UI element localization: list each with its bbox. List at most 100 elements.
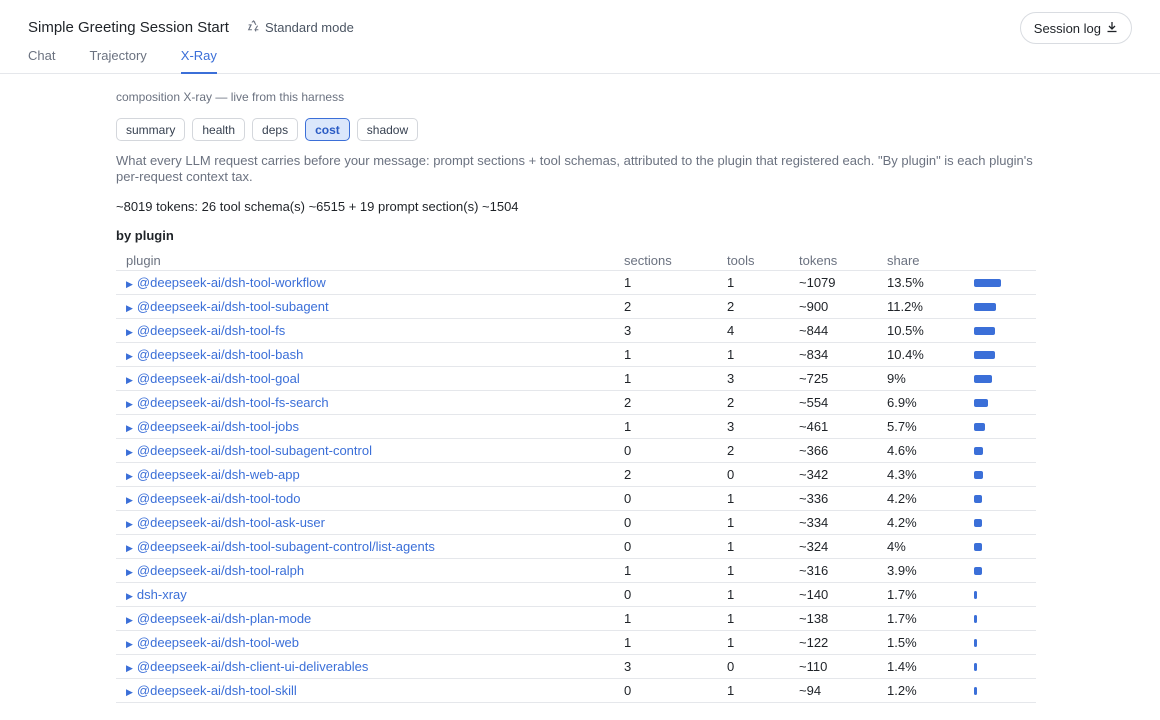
plugin-cell[interactable]: ▶ @deepseek-ai/dsh-tool-workflow xyxy=(116,270,614,295)
expand-caret-icon[interactable]: ▶ xyxy=(126,495,133,505)
expand-caret-icon[interactable]: ▶ xyxy=(126,687,133,697)
share-bar-cell xyxy=(964,558,1036,583)
view-health-button[interactable]: health xyxy=(192,118,246,141)
expand-caret-icon[interactable]: ▶ xyxy=(126,375,133,385)
table-row[interactable]: ▶ @deepseek-ai/dsh-tool-fs-search 2 2 ~554 6.… xyxy=(116,390,1036,415)
view-shadow-button[interactable]: shadow xyxy=(356,118,419,141)
table-row[interactable]: ▶ @deepseek-ai/dsh-tool-bash 1 1 ~834 10.4% xyxy=(116,342,1036,367)
expand-caret-icon[interactable]: ▶ xyxy=(126,327,133,337)
tokens-cell: ~140 xyxy=(789,582,877,607)
expand-caret-icon[interactable]: ▶ xyxy=(126,639,133,649)
sections-cell: 1 xyxy=(614,366,717,391)
plugin-name: @deepseek-ai/dsh-tool-web xyxy=(136,634,299,650)
tab-trajectory[interactable]: Trajectory xyxy=(89,48,146,73)
table-row[interactable]: ▶ @deepseek-ai/dsh-tool-fs 3 4 ~844 10.5% xyxy=(116,318,1036,343)
plugin-name: @deepseek-ai/dsh-tool-fs xyxy=(136,322,286,338)
plugin-cell[interactable]: ▶ @deepseek-ai/dsh-tool-fs xyxy=(116,318,614,343)
table-row[interactable]: ▶ @deepseek-ai/dsh-tool-subagent-control 0… xyxy=(116,438,1036,463)
mode-label: Standard mode xyxy=(264,20,354,35)
expand-caret-icon[interactable]: ▶ xyxy=(126,303,133,313)
tab-bar: Chat Trajectory X-Ray xyxy=(28,48,218,74)
plugin-cell[interactable]: ▶ @deepseek-ai/dsh-web-app xyxy=(116,462,614,487)
sections-cell: 1 xyxy=(614,606,717,631)
share-bar-cell xyxy=(964,366,1036,391)
share-cell: 1.7% xyxy=(877,606,964,631)
view-summary-button[interactable]: summary xyxy=(116,118,186,141)
sections-cell: 1 xyxy=(614,558,717,583)
share-bar-cell xyxy=(964,342,1036,367)
table-row[interactable]: ▶ @deepseek-ai/dsh-tool-ralph 1 1 ~316 3.9% xyxy=(116,558,1036,583)
tokens-cell: ~834 xyxy=(789,342,877,367)
session-log-button[interactable]: Session log xyxy=(1019,12,1132,44)
share-cell: 9% xyxy=(877,366,964,391)
tokens-cell: ~122 xyxy=(789,630,877,655)
table-row[interactable]: ▶ dsh-xray 0 1 ~140 1.7% xyxy=(116,582,1036,607)
tools-cell: 3 xyxy=(717,366,789,391)
table-row[interactable]: ▶ @deepseek-ai/dsh-tool-subagent 2 2 ~900 11.… xyxy=(116,294,1036,319)
share-bar xyxy=(974,687,977,696)
plugin-cell[interactable]: ▶ @deepseek-ai/dsh-tool-subagent-control xyxy=(116,438,614,463)
plugin-cell[interactable]: ▶ @deepseek-ai/dsh-tool-bash xyxy=(116,342,614,367)
tokens-cell: ~110 xyxy=(789,654,877,679)
share-cell: 1.4% xyxy=(877,654,964,679)
share-bar-cell xyxy=(964,486,1036,511)
expand-caret-icon[interactable]: ▶ xyxy=(126,447,133,457)
tokens-cell: ~366 xyxy=(789,438,877,463)
plugin-cell[interactable]: ▶ @deepseek-ai/dsh-tool-jobs xyxy=(116,414,614,439)
share-cell: 1.2% xyxy=(877,678,964,703)
table-row[interactable]: ▶ @deepseek-ai/dsh-tool-jobs 1 3 ~461 5.7% xyxy=(116,414,1036,439)
sections-cell: 2 xyxy=(614,294,717,319)
share-bar xyxy=(974,591,977,600)
expand-caret-icon[interactable]: ▶ xyxy=(126,279,133,289)
expand-caret-icon[interactable]: ▶ xyxy=(126,591,133,601)
table-row[interactable]: ▶ @deepseek-ai/dsh-tool-skill 0 1 ~94 1.2% xyxy=(116,678,1036,703)
table-row[interactable]: ▶ @deepseek-ai/dsh-tool-ask-user 0 1 ~334 4.2… xyxy=(116,510,1036,535)
tab-x-ray[interactable]: X-Ray xyxy=(180,48,218,74)
table-row[interactable]: ▶ @deepseek-ai/dsh-tool-subagent-control/… xyxy=(116,534,1036,559)
table-row[interactable]: ▶ @deepseek-ai/dsh-web-app 2 0 ~342 4.3% xyxy=(116,462,1036,487)
plugin-cell[interactable]: ▶ @deepseek-ai/dsh-tool-ask-user xyxy=(116,510,614,535)
mode-indicator[interactable]: Standard mode xyxy=(247,19,354,36)
expand-caret-icon[interactable]: ▶ xyxy=(126,567,133,577)
expand-caret-icon[interactable]: ▶ xyxy=(126,519,133,529)
table-row[interactable]: ▶ @deepseek-ai/dsh-tool-todo 0 1 ~336 4.2% xyxy=(116,486,1036,511)
table-row[interactable]: ▶ @deepseek-ai/dsh-plan-mode 1 1 ~138 1.7% xyxy=(116,606,1036,631)
plugin-cell[interactable]: ▶ @deepseek-ai/dsh-tool-web xyxy=(116,630,614,655)
expand-caret-icon[interactable]: ▶ xyxy=(126,399,133,409)
share-cell: 13.5% xyxy=(877,270,964,295)
plugin-cost-table: plugin sections tools tokens share ▶ @dee… xyxy=(116,251,1036,703)
share-bar xyxy=(974,375,992,384)
plugin-cell[interactable]: ▶ @deepseek-ai/dsh-tool-subagent xyxy=(116,294,614,319)
table-row[interactable]: ▶ @deepseek-ai/dsh-client-ui-deliverables… xyxy=(116,654,1036,679)
table-row[interactable]: ▶ @deepseek-ai/dsh-tool-workflow 1 1 ~1079 13… xyxy=(116,270,1036,295)
expand-caret-icon[interactable]: ▶ xyxy=(126,663,133,673)
table-row[interactable]: ▶ @deepseek-ai/dsh-tool-goal 1 3 ~725 9% xyxy=(116,366,1036,391)
sections-cell: 3 xyxy=(614,654,717,679)
plugin-cell[interactable]: ▶ @deepseek-ai/dsh-tool-todo xyxy=(116,486,614,511)
plugin-cell[interactable]: ▶ @deepseek-ai/dsh-tool-skill xyxy=(116,678,614,703)
plugin-cell[interactable]: ▶ @deepseek-ai/dsh-tool-fs-search xyxy=(116,390,614,415)
expand-caret-icon[interactable]: ▶ xyxy=(126,471,133,481)
expand-caret-icon[interactable]: ▶ xyxy=(126,615,133,625)
view-deps-button[interactable]: deps xyxy=(252,118,299,141)
table-row[interactable]: ▶ @deepseek-ai/dsh-tool-web 1 1 ~122 1.5% xyxy=(116,630,1036,655)
view-cost-button[interactable]: cost xyxy=(305,118,350,141)
expand-caret-icon[interactable]: ▶ xyxy=(126,543,133,553)
tools-cell: 1 xyxy=(717,678,789,703)
expand-caret-icon[interactable]: ▶ xyxy=(126,351,133,361)
plugin-cell[interactable]: ▶ @deepseek-ai/dsh-plan-mode xyxy=(116,606,614,631)
plugin-cell[interactable]: ▶ @deepseek-ai/dsh-tool-ralph xyxy=(116,558,614,583)
tools-cell: 4 xyxy=(717,318,789,343)
share-cell: 10.4% xyxy=(877,342,964,367)
plugin-cell[interactable]: ▶ @deepseek-ai/dsh-client-ui-deliverables xyxy=(116,654,614,679)
share-bar-cell xyxy=(964,582,1036,607)
share-bar-cell xyxy=(964,510,1036,535)
tokens-cell: ~334 xyxy=(789,510,877,535)
expand-caret-icon[interactable]: ▶ xyxy=(126,423,133,433)
share-cell: 4.2% xyxy=(877,486,964,511)
plugin-name: @deepseek-ai/dsh-tool-fs-search xyxy=(136,394,329,410)
tab-chat[interactable]: Chat xyxy=(28,48,55,73)
plugin-cell[interactable]: ▶ @deepseek-ai/dsh-tool-subagent-control/… xyxy=(116,534,614,559)
plugin-cell[interactable]: ▶ @deepseek-ai/dsh-tool-goal xyxy=(116,366,614,391)
plugin-cell[interactable]: ▶ dsh-xray xyxy=(116,582,614,607)
